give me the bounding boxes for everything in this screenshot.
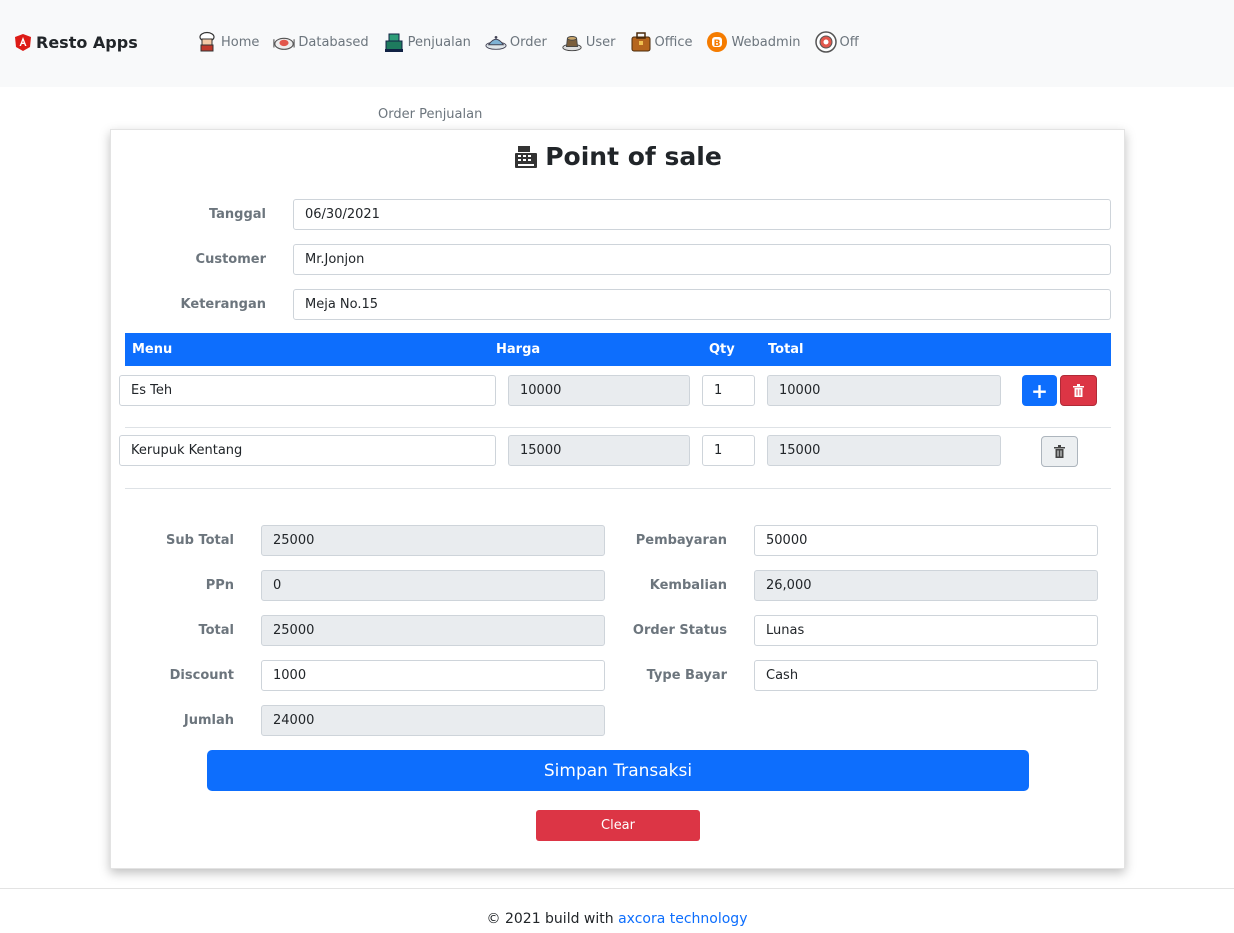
navbar: Resto Apps Home Databased Penjualan Orde… xyxy=(0,0,1234,87)
page-title-text: Point of sale xyxy=(545,142,722,171)
footer-text: © 2021 build with xyxy=(486,911,614,927)
footer-divider xyxy=(0,888,1234,889)
row1-menu-field[interactable]: Es Teh xyxy=(119,375,496,406)
page-title: Point of sale xyxy=(111,142,1124,171)
row2-delete-button[interactable] xyxy=(1041,436,1078,467)
power-icon xyxy=(814,31,837,53)
footer: © 2021 build with axcora technology xyxy=(0,911,1234,927)
nav-label: Databased xyxy=(298,34,369,50)
row1-qty-field[interactable]: 1 xyxy=(702,375,755,406)
order-status-label: Order Status xyxy=(632,623,727,638)
nav-item-databased[interactable]: Databased xyxy=(273,28,369,56)
angular-logo-icon xyxy=(15,34,31,51)
col-menu: Menu xyxy=(132,342,173,357)
database-icon xyxy=(273,31,296,53)
cash-register-icon xyxy=(515,145,538,168)
discount-label: Discount xyxy=(169,668,234,683)
row1-delete-button[interactable] xyxy=(1060,375,1097,406)
nav-label: Penjualan xyxy=(407,34,471,50)
pos-card: Point of sale Tanggal 06/30/2021 Custome… xyxy=(110,129,1125,869)
nav-label: Webadmin xyxy=(731,34,801,50)
trash-icon xyxy=(1073,384,1084,397)
tanggal-field[interactable]: 06/30/2021 xyxy=(293,199,1111,230)
col-qty: Qty xyxy=(709,342,735,357)
kembalian-label: Kembalian xyxy=(649,578,727,593)
col-harga: Harga xyxy=(496,342,541,357)
nav-label: Office xyxy=(654,34,693,50)
total-label: Total xyxy=(198,623,234,638)
nav-label: User xyxy=(585,34,616,50)
col-total: Total xyxy=(768,342,804,357)
pembayaran-field[interactable]: 50000 xyxy=(754,525,1098,556)
type-bayar-label: Type Bayar xyxy=(646,668,727,683)
nav-item-user[interactable]: User xyxy=(561,28,616,56)
breadcrumb: Order Penjualan xyxy=(378,107,483,122)
order-status-field[interactable]: Lunas xyxy=(754,615,1098,646)
row1-total-field: 10000 xyxy=(767,375,1001,406)
save-transaction-button[interactable]: Simpan Transaksi xyxy=(207,750,1029,791)
nav-item-off[interactable]: Off xyxy=(814,28,859,56)
discount-field[interactable]: 1000 xyxy=(261,660,605,691)
brand-name: Resto Apps xyxy=(36,33,138,52)
user-icon xyxy=(561,31,583,53)
nav-item-order[interactable]: Order xyxy=(485,28,547,56)
nav-item-penjualan[interactable]: Penjualan xyxy=(383,28,471,56)
svg-text:B: B xyxy=(714,39,721,49)
jumlah-field: 24000 xyxy=(261,705,605,736)
office-icon xyxy=(630,31,652,53)
sub-total-label: Sub Total xyxy=(166,533,234,548)
pembayaran-label: Pembayaran xyxy=(635,533,727,548)
order-table-header: Menu Harga Qty Total xyxy=(125,333,1111,366)
keterangan-label: Keterangan xyxy=(180,297,266,312)
chef-icon xyxy=(196,31,218,53)
nav-label: Order xyxy=(509,34,547,50)
customer-field[interactable]: Mr.Jonjon xyxy=(293,244,1111,275)
tanggal-label: Tanggal xyxy=(208,207,266,222)
nav-item-home[interactable]: Home xyxy=(196,28,259,56)
nav-label: Off xyxy=(839,34,859,50)
jumlah-label: Jumlah xyxy=(183,713,234,728)
type-bayar-field[interactable]: Cash xyxy=(754,660,1098,691)
ppn-field: 0 xyxy=(261,570,605,601)
nav-menu: Home Databased Penjualan Order User Offi… xyxy=(196,28,873,56)
row2-menu-field[interactable]: Kerupuk Kentang xyxy=(119,435,496,466)
brand[interactable]: Resto Apps xyxy=(15,33,138,52)
add-row-button[interactable]: + xyxy=(1022,375,1057,406)
order-icon xyxy=(485,31,507,53)
kembalian-field: 26,000 xyxy=(754,570,1098,601)
sub-total-field: 25000 xyxy=(261,525,605,556)
trash-icon xyxy=(1054,445,1065,458)
nav-item-webadmin[interactable]: B Webadmin xyxy=(706,28,801,56)
keterangan-field[interactable]: Meja No.15 xyxy=(293,289,1111,320)
clear-button[interactable]: Clear xyxy=(536,810,700,841)
total-field: 25000 xyxy=(261,615,605,646)
register-icon xyxy=(383,31,405,53)
nav-label: Home xyxy=(221,34,260,50)
webadmin-icon: B xyxy=(706,31,728,53)
ppn-label: PPn xyxy=(205,578,234,593)
row2-harga-field: 15000 xyxy=(508,435,690,466)
row-divider xyxy=(125,427,1111,428)
row-divider xyxy=(125,488,1111,489)
row2-qty-field[interactable]: 1 xyxy=(702,435,755,466)
nav-item-office[interactable]: Office xyxy=(630,28,693,56)
footer-link[interactable]: axcora technology xyxy=(618,911,747,927)
customer-label: Customer xyxy=(195,252,266,267)
row2-total-field: 15000 xyxy=(767,435,1001,466)
row1-harga-field: 10000 xyxy=(508,375,690,406)
